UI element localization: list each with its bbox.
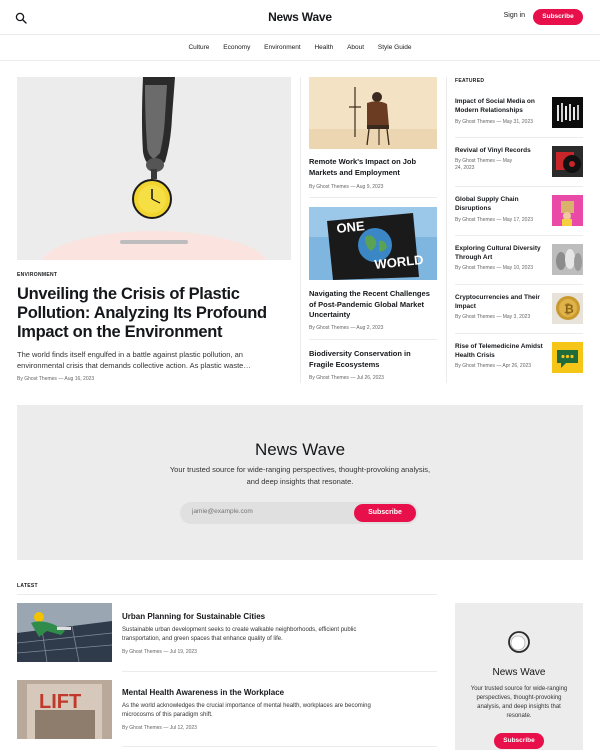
- featured-divider: [455, 235, 583, 236]
- main-nav: Culture Economy Environment Health About…: [0, 35, 600, 61]
- header-subscribe-button[interactable]: Subscribe: [533, 9, 583, 25]
- nav-item-style-guide[interactable]: Style Guide: [378, 44, 412, 51]
- featured-divider: [455, 137, 583, 138]
- nav-item-environment[interactable]: Environment: [264, 44, 301, 51]
- featured-label: FEATURED: [455, 78, 485, 84]
- sidebar-newsletter-card: News Wave Your trusted source for wide-r…: [455, 603, 583, 750]
- site-logo-icon: [508, 631, 530, 653]
- featured-divider: [455, 284, 583, 285]
- article-title-biodiversity[interactable]: Biodiversity Conservation in Fragile Eco…: [309, 349, 437, 370]
- email-input[interactable]: [192, 508, 352, 515]
- subscribe-form: Subscribe: [180, 502, 418, 524]
- featured-meta: By Ghost Themes — Apr 26, 2023: [455, 363, 532, 369]
- side-card-description: Your trusted source for wide-ranging per…: [470, 686, 568, 719]
- featured-thumb-supply[interactable]: [552, 195, 583, 226]
- article-meta: By Ghost Themes — Jul 26, 2023: [309, 375, 384, 381]
- hero-tag[interactable]: ENVIRONMENT: [17, 272, 57, 278]
- featured-thumb-telemedicine[interactable]: [552, 342, 583, 373]
- hero-image[interactable]: [17, 77, 291, 260]
- column-divider: [300, 77, 301, 383]
- featured-title[interactable]: Revival of Vinyl Records: [455, 146, 543, 155]
- hero-excerpt: The world finds itself engulfed in a bat…: [17, 350, 251, 370]
- column-divider: [446, 77, 447, 383]
- featured-thumb-social[interactable]: [552, 97, 583, 128]
- latest-title-urban[interactable]: Urban Planning for Sustainable Cities: [122, 612, 265, 621]
- featured-item[interactable]: Impact of Social Media on Modern Relatio…: [455, 97, 583, 131]
- newsletter-band: News Wave Your trusted source for wide-r…: [17, 405, 583, 560]
- nav-item-economy[interactable]: Economy: [223, 44, 250, 51]
- side-card-title: News Wave: [492, 667, 546, 678]
- article-image-remote-work[interactable]: [309, 77, 437, 149]
- article-meta: By Ghost Themes — Aug 9, 2023: [309, 184, 384, 190]
- hero-title[interactable]: Unveiling the Crisis of Plastic Pollutio…: [17, 285, 292, 342]
- featured-title[interactable]: Global Supply Chain Disruptions: [455, 195, 543, 213]
- featured-thumb-art[interactable]: [552, 244, 583, 275]
- featured-item[interactable]: Rise of Telemedicine Amidst Health Crisi…: [455, 342, 583, 376]
- latest-divider: [17, 594, 437, 595]
- featured-title[interactable]: Rise of Telemedicine Amidst Health Crisi…: [455, 342, 543, 360]
- latest-divider: [122, 671, 437, 672]
- svg-text:₿: ₿: [564, 302, 574, 316]
- article-title-remote-work[interactable]: Remote Work's Impact on Job Markets and …: [309, 157, 437, 178]
- hero-meta: By Ghost Themes — Aug 16, 2023: [17, 376, 95, 382]
- cta-description: Your trusted source for wide-ranging per…: [169, 465, 431, 486]
- article-title-global-market[interactable]: Navigating the Recent Challenges of Post…: [309, 289, 437, 321]
- sign-text-one: ONE: [336, 218, 366, 236]
- signin-link[interactable]: Sign in: [504, 12, 525, 19]
- article-divider: [309, 197, 437, 198]
- featured-item[interactable]: Exploring Cultural Diversity Through Art…: [455, 244, 583, 278]
- latest-excerpt: As the world acknowledges the crucial im…: [122, 703, 371, 718]
- article-meta: By Ghost Themes — Aug 2, 2023: [309, 325, 384, 331]
- featured-item[interactable]: Cryptocurrencies and Their Impact By Gho…: [455, 293, 583, 327]
- cta-title: News Wave: [254, 440, 346, 459]
- latest-meta: By Ghost Themes — Jul 19, 2023: [122, 649, 197, 655]
- article-image-global-market[interactable]: ONE WORLD: [309, 207, 437, 280]
- featured-divider: [455, 186, 583, 187]
- featured-item[interactable]: Revival of Vinyl Records By Ghost Themes…: [455, 146, 583, 180]
- featured-title[interactable]: Impact of Social Media on Modern Relatio…: [455, 97, 543, 115]
- side-subscribe-button[interactable]: Subscribe: [494, 733, 544, 749]
- featured-thumb-vinyl[interactable]: [552, 146, 583, 177]
- featured-title[interactable]: Exploring Cultural Diversity Through Art: [455, 244, 543, 262]
- featured-item[interactable]: Global Supply Chain Disruptions By Ghost…: [455, 195, 583, 229]
- nav-item-about[interactable]: About: [347, 44, 364, 51]
- featured-meta: By Ghost Themes — May 31, 2023: [455, 119, 534, 125]
- latest-divider: [122, 746, 437, 747]
- featured-meta: By Ghost Themes — May 24, 2023: [455, 158, 513, 171]
- article-divider: [309, 339, 437, 340]
- site-header: News Wave Sign in Subscribe: [0, 0, 600, 35]
- latest-image-mental-health[interactable]: LIFT: [17, 680, 112, 739]
- featured-divider: [455, 333, 583, 334]
- nav-item-culture[interactable]: Culture: [188, 44, 209, 51]
- featured-meta: By Ghost Themes — May 10, 2023: [455, 265, 534, 271]
- featured-meta: By Ghost Themes — May 17, 2023: [455, 217, 534, 223]
- cta-subscribe-button[interactable]: Subscribe: [354, 504, 416, 522]
- latest-excerpt: Sustainable urban development seeks to c…: [122, 627, 357, 642]
- latest-title-mental-health[interactable]: Mental Health Awareness in the Workplace: [122, 688, 284, 697]
- featured-meta: By Ghost Themes — May 3, 2023: [455, 314, 531, 320]
- sign-text-lift: LIFT: [39, 691, 81, 713]
- featured-thumb-crypto[interactable]: ₿: [552, 293, 583, 324]
- latest-label: LATEST: [17, 583, 38, 589]
- latest-meta: By Ghost Themes — Jul 12, 2023: [122, 725, 197, 731]
- latest-image-urban[interactable]: [17, 603, 112, 662]
- featured-title[interactable]: Cryptocurrencies and Their Impact: [455, 293, 543, 311]
- nav-item-health[interactable]: Health: [314, 44, 333, 51]
